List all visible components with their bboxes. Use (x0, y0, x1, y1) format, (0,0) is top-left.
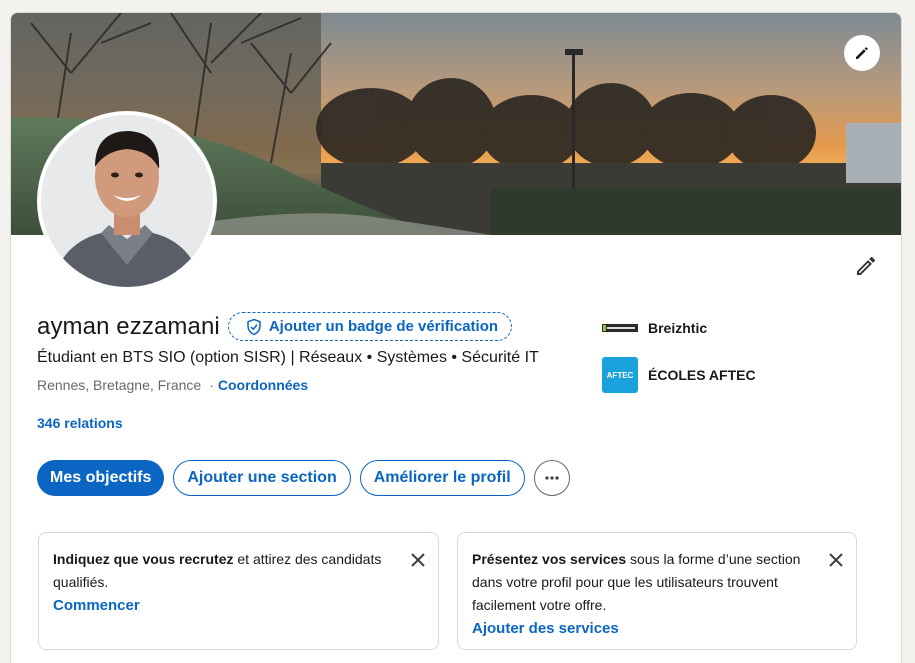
profile-headline: Étudiant en BTS SIO (option SISR) | Rése… (37, 349, 539, 366)
improve-profile-button[interactable]: Améliorer le profil (359, 460, 525, 496)
services-promo-card: Présentez vos services sous la forme d’u… (457, 532, 857, 650)
edit-banner-button[interactable] (844, 35, 880, 71)
contact-info-link[interactable]: Coordonnées (218, 377, 308, 393)
organizations-list: Breizhtic AFTEC ÉCOLES AFTEC (602, 313, 756, 393)
verify-badge-label: Ajouter un badge de vérification (268, 318, 499, 335)
profile-photo[interactable] (37, 111, 217, 291)
org-name: ÉCOLES AFTEC (648, 367, 756, 383)
ellipsis-icon (544, 476, 559, 480)
name-row: ayman ezzamani Ajouter un badge de vérif… (37, 312, 513, 341)
pencil-icon (857, 257, 875, 275)
org-name: Breizhtic (648, 320, 708, 336)
promo-bold-text: Indiquez que vous recrutez (53, 551, 234, 567)
profile-actions: Mes objectifs Ajouter une section Amélio… (37, 460, 570, 496)
separator: · (209, 377, 214, 393)
add-services-link[interactable]: Ajouter des services (472, 617, 816, 640)
aftec-logo: AFTEC (602, 357, 638, 393)
connections-link[interactable]: 346 relations (37, 415, 123, 431)
org-breizhtic[interactable]: Breizhtic (602, 313, 756, 343)
breizhtic-logo (602, 313, 638, 343)
location-text: Rennes, Bretagne, France (37, 377, 202, 393)
pencil-icon (856, 47, 868, 59)
start-recruiting-link[interactable]: Commencer (53, 594, 398, 617)
dismiss-recruiting-button[interactable] (407, 549, 429, 571)
org-aftec[interactable]: AFTEC ÉCOLES AFTEC (602, 357, 756, 393)
dismiss-services-button[interactable] (825, 549, 847, 571)
profile-card: ayman ezzamani Ajouter un badge de vérif… (10, 12, 902, 663)
promo-bold-text: Présentez vos services (472, 551, 627, 567)
person-portrait (41, 115, 213, 287)
recruiting-promo-card: Indiquez que vous recrutez et attirez de… (38, 532, 439, 650)
goals-button[interactable]: Mes objectifs (37, 460, 165, 496)
promo-text: Présentez vos services sous la forme d’u… (472, 548, 816, 617)
close-icon (411, 553, 425, 567)
close-icon (829, 553, 843, 567)
shield-check-icon (245, 318, 263, 336)
location-row: Rennes, Bretagne, France · Coordonnées (37, 377, 308, 393)
more-actions-button[interactable] (533, 460, 570, 496)
promo-text: Indiquez que vous recrutez et attirez de… (53, 548, 398, 594)
add-section-button[interactable]: Ajouter une section (173, 460, 351, 496)
avatar (41, 115, 213, 287)
add-verification-badge-button[interactable]: Ajouter un badge de vérification (227, 312, 513, 341)
profile-name: ayman ezzamani (37, 312, 220, 340)
edit-intro-button[interactable] (850, 250, 882, 282)
